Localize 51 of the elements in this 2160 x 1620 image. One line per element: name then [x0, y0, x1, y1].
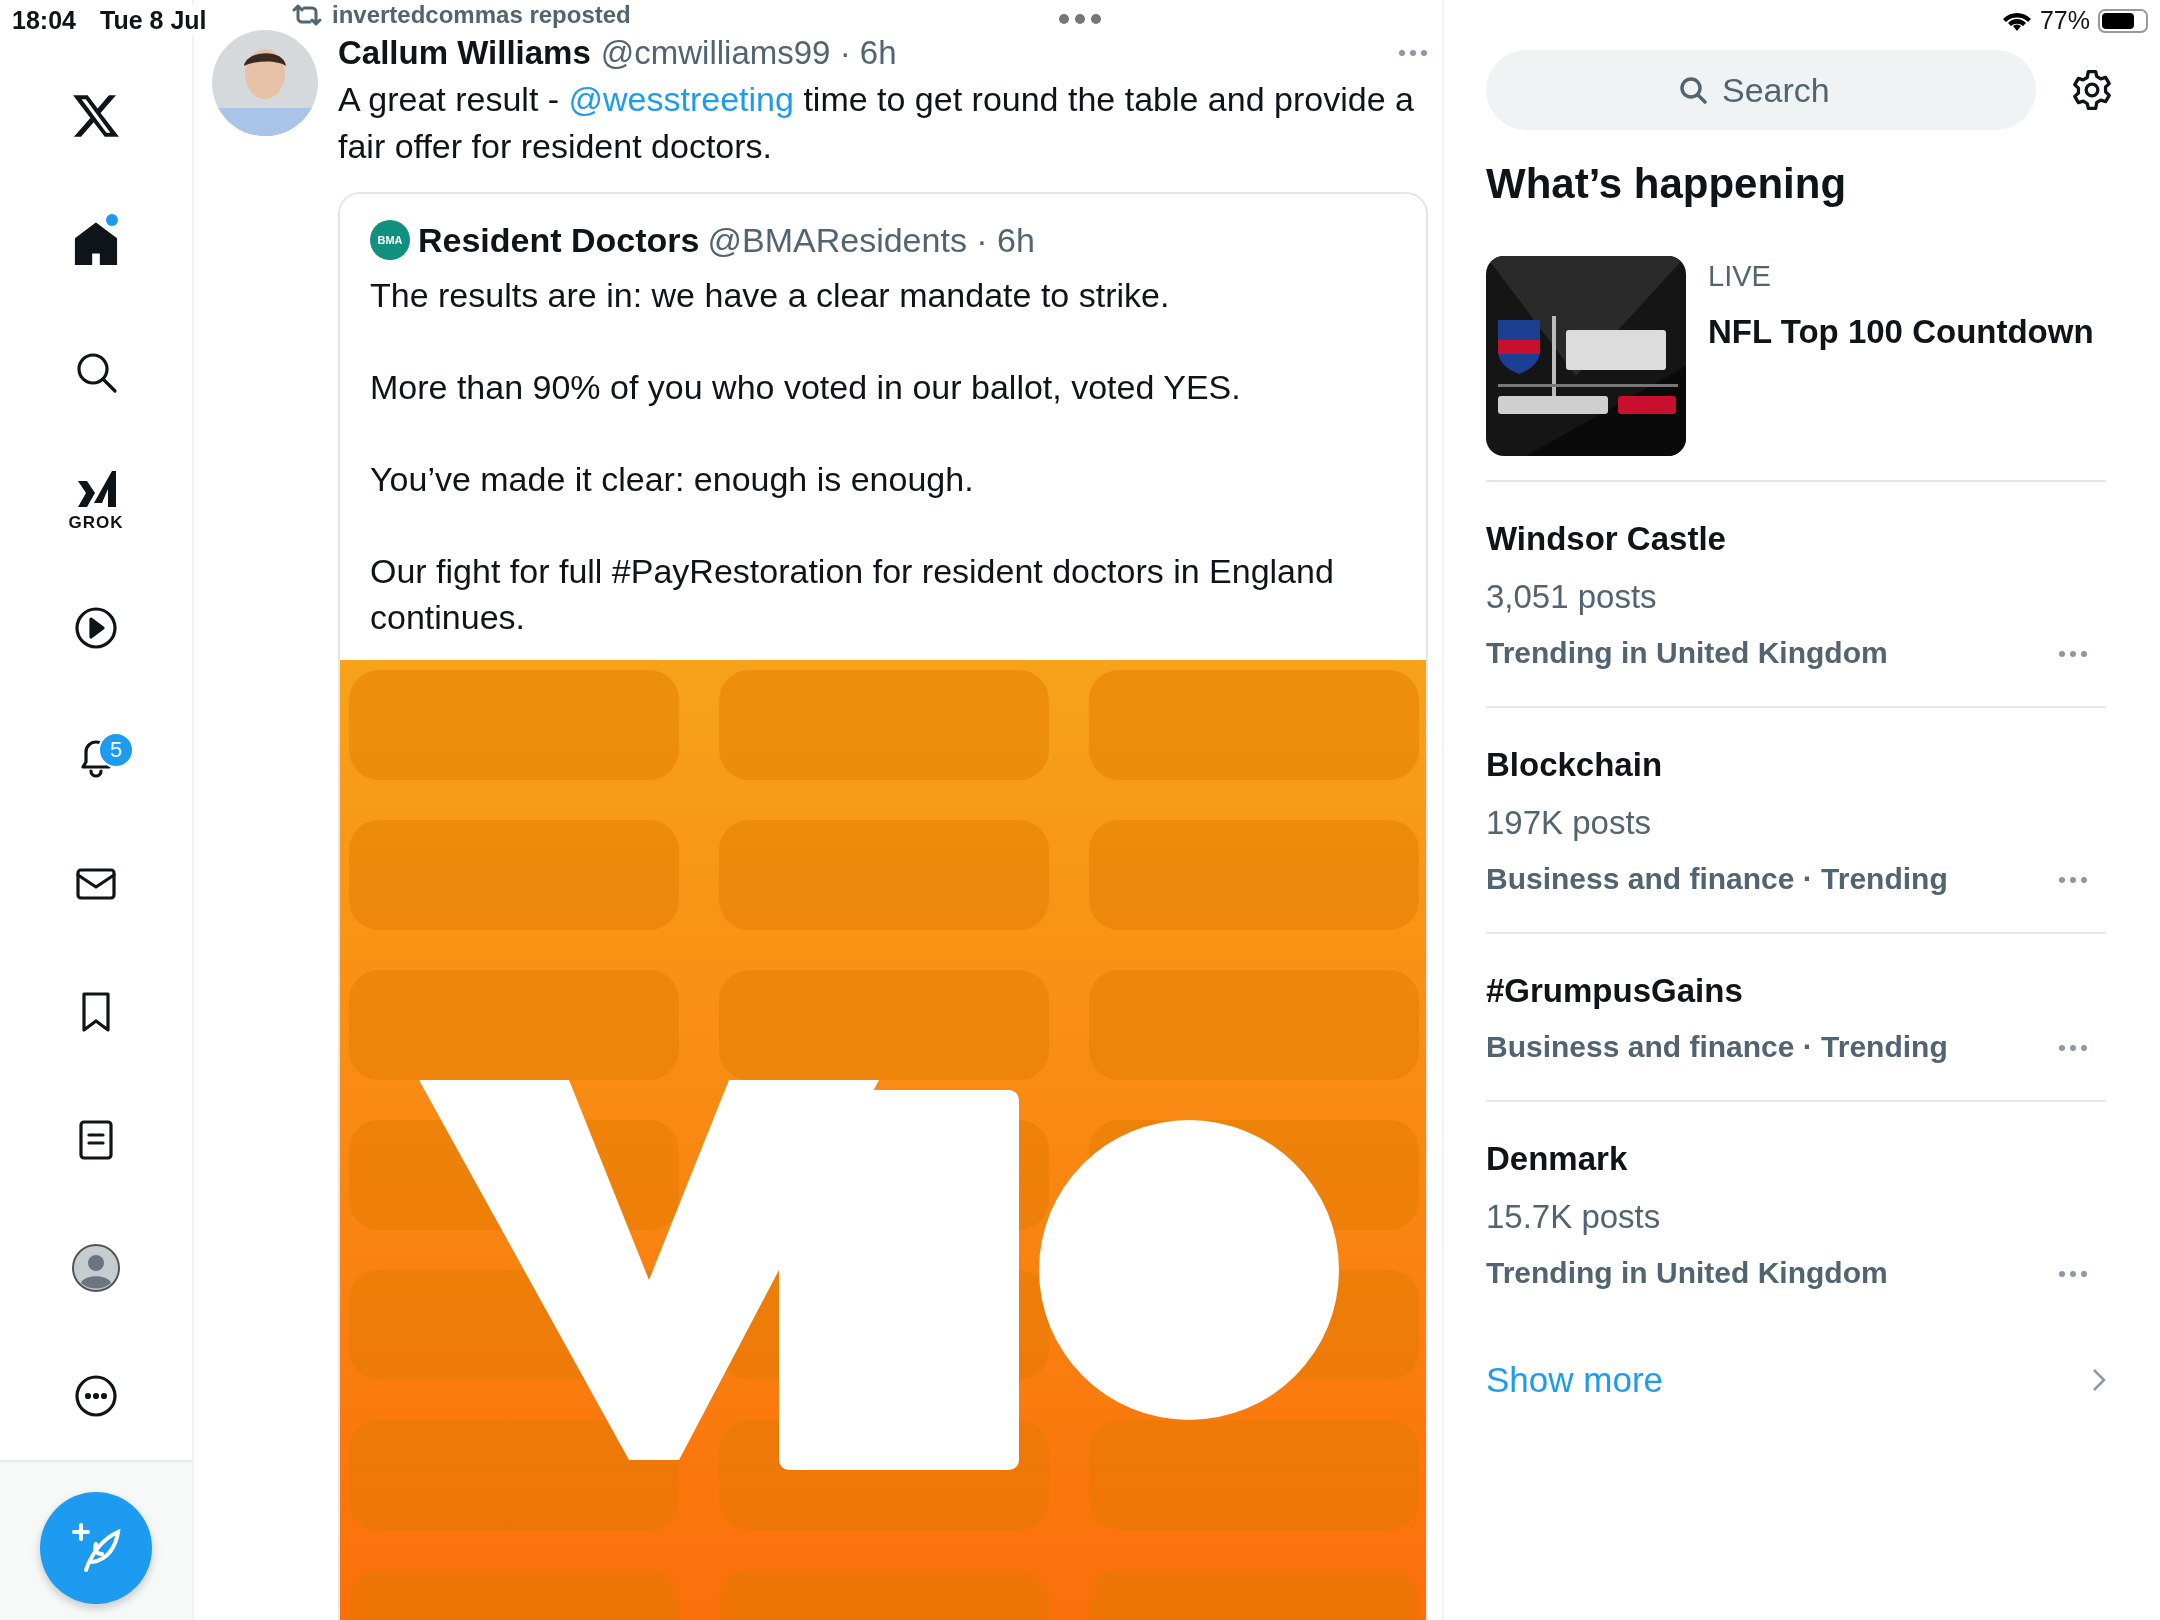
multitask-dots-icon[interactable] — [1058, 13, 1102, 25]
trend-item[interactable]: Blockchain 197K posts Business and finance · Trending — [1486, 708, 2106, 934]
trend-item[interactable]: LIVE NFL Top 100 Countdown — [1486, 256, 2106, 482]
trend-title: Windsor Castle — [1486, 520, 1727, 558]
more-icon[interactable] — [1398, 49, 1428, 57]
post-text: A great result - @wesstreeting time to get round the table and provide a fair offer for resident doctors. — [338, 79, 1415, 167]
trend-context: Business and finance · Trending — [1486, 1030, 1948, 1064]
trend-item[interactable]: Denmark 15.7K posts Trending in United Kingdom — [1486, 1102, 2106, 1326]
quoted-post[interactable] — [338, 192, 1428, 1620]
search-icon — [1678, 75, 1708, 105]
search-field[interactable]: Search — [1486, 50, 2036, 130]
author-handle: @cmwilliams99 · 6h — [600, 34, 897, 72]
notification-badge: 5 — [98, 732, 134, 768]
author-name[interactable]: Callum Williams — [338, 34, 591, 72]
nav-item[interactable]: GROK — [48, 436, 144, 564]
trend-context: Trending in United Kingdom — [1486, 636, 1888, 670]
compose-button[interactable] — [40, 1492, 152, 1604]
post-count: 197K posts — [1486, 804, 1653, 842]
quote-text: More than 90% of you who voted in our ballot, voted YES. — [370, 367, 1242, 408]
section-title: What’s happening — [1486, 160, 1848, 208]
trend-context: Trending in United Kingdom — [1486, 1256, 1888, 1290]
trend-title: Blockchain — [1486, 746, 1664, 784]
trend-title: Denmark — [1486, 1140, 1629, 1178]
trend-item[interactable]: Windsor Castle 3,051 posts Trending in United Kingdom — [1486, 482, 2106, 708]
quote-avatar: BMA — [370, 220, 410, 260]
battery-icon — [2098, 8, 2148, 33]
quote-author-handle: @BMAResidents · 6h — [707, 220, 1035, 260]
quote-author-name: Resident Doctors — [418, 220, 700, 260]
settings-icon[interactable] — [2070, 68, 2114, 112]
live-label: LIVE — [1708, 260, 1772, 293]
more-icon[interactable] — [2058, 1044, 2088, 1052]
status-date: Tue 8 Jul — [100, 6, 207, 35]
repost-icon — [292, 4, 322, 26]
quote-text: Our fight for full #PayRestoration for resident doctors in England continues. — [370, 551, 1335, 638]
post-count: 15.7K posts — [1486, 1198, 1662, 1236]
chevron-right-icon — [2092, 1368, 2106, 1392]
more-icon[interactable] — [2058, 1270, 2088, 1278]
post-count: 3,051 posts — [1486, 578, 1658, 616]
grok-label: GROK — [68, 513, 124, 533]
more-icon[interactable] — [2058, 876, 2088, 884]
repost-label: invertedcommas reposted — [332, 1, 631, 29]
quote-text: You’ve made it clear: enough is enough. — [370, 459, 975, 500]
trend-context: Business and finance · Trending — [1486, 862, 1948, 896]
battery-percent: 77% — [2039, 6, 2090, 35]
search-input[interactable]: Search — [1720, 69, 1844, 111]
trend-title: #GrumpusGains — [1486, 972, 1744, 1010]
trend-title: NFL Top 100 Countdown — [1708, 313, 2094, 351]
trend-item[interactable]: #GrumpusGains Business and finance · Trending — [1486, 934, 2106, 1102]
quote-text: The results are in: we have a clear mandate to strike. — [370, 275, 1171, 316]
x-logo-icon — [71, 93, 121, 139]
more-icon[interactable] — [2058, 650, 2088, 658]
